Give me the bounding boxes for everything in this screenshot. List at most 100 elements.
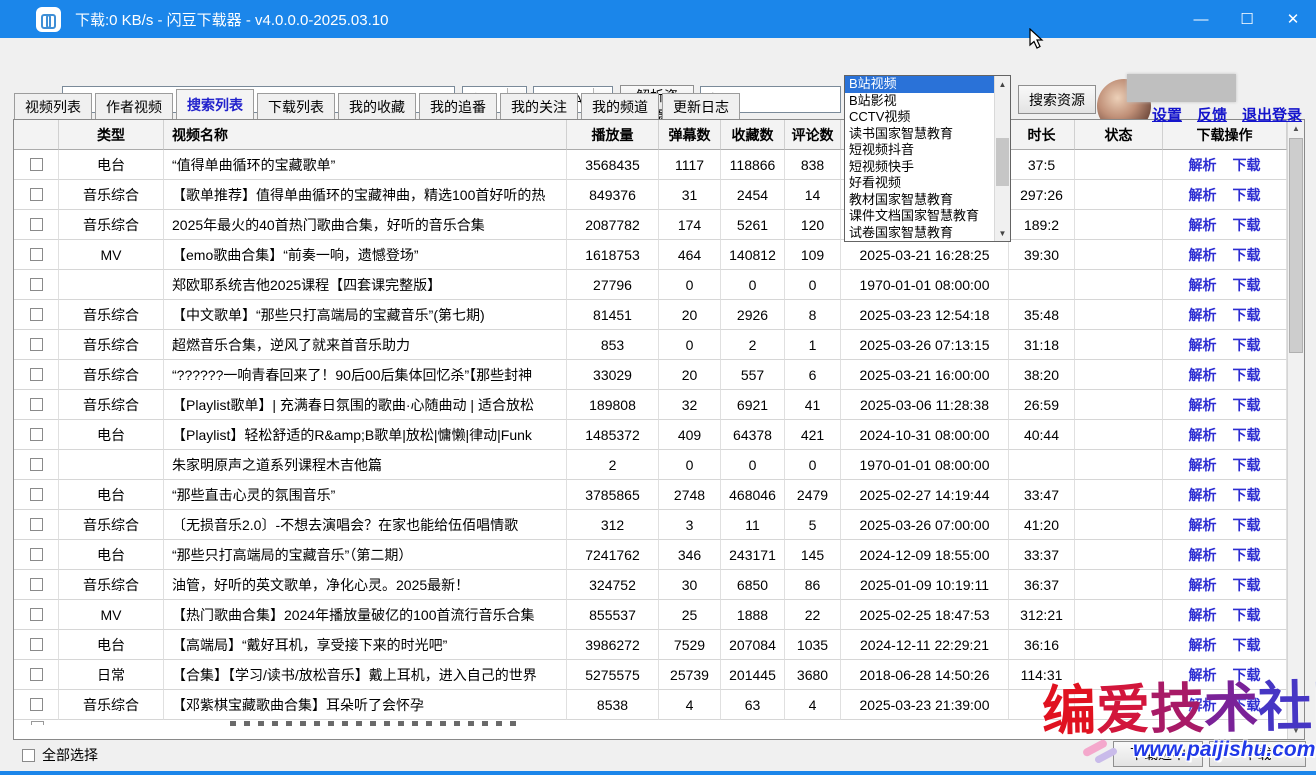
download-link[interactable]: 下载 <box>1233 545 1261 565</box>
download-link[interactable]: 下载 <box>1233 185 1261 205</box>
parse-link[interactable]: 解析 <box>1189 425 1217 445</box>
column-header[interactable]: 收藏数 <box>721 120 785 150</box>
source-option[interactable]: 好看视频 <box>845 175 1010 192</box>
scrollbar-thumb[interactable] <box>996 138 1009 186</box>
row-checkbox[interactable] <box>30 668 43 681</box>
cell-comments: 838 <box>785 150 841 180</box>
row-checkbox[interactable] <box>30 488 43 501</box>
tab-8[interactable]: 我的频道 <box>581 93 659 119</box>
tab-6[interactable]: 我的追番 <box>419 93 497 119</box>
maximize-button[interactable]: ☐ <box>1224 0 1270 38</box>
tab-7[interactable]: 我的关注 <box>500 93 578 119</box>
download-link[interactable]: 下载 <box>1233 425 1261 445</box>
parse-link[interactable]: 解析 <box>1189 545 1217 565</box>
feedback-link[interactable]: 反馈 <box>1197 104 1227 125</box>
tab-3[interactable]: 搜索列表 <box>176 89 254 119</box>
download-link[interactable]: 下载 <box>1233 275 1261 295</box>
row-checkbox[interactable] <box>30 458 43 471</box>
column-header[interactable]: 类型 <box>59 120 164 150</box>
row-checkbox[interactable] <box>30 698 43 711</box>
row-checkbox[interactable] <box>30 278 43 291</box>
row-checkbox[interactable] <box>30 548 43 561</box>
table-scrollbar[interactable]: ▲ ▼ <box>1287 120 1304 739</box>
download-link[interactable]: 下载 <box>1233 335 1261 355</box>
source-option[interactable]: 课件文档国家智慧教育 <box>845 208 1010 225</box>
column-header[interactable]: 状态 <box>1075 120 1163 150</box>
source-option[interactable]: 短视频抖音 <box>845 142 1010 159</box>
cell-status <box>1075 600 1163 630</box>
tab-1[interactable]: 视频列表 <box>14 93 92 119</box>
source-option[interactable]: 教材国家智慧教育 <box>845 192 1010 209</box>
download-link[interactable]: 下载 <box>1233 515 1261 535</box>
parse-link[interactable]: 解析 <box>1189 605 1217 625</box>
parse-link[interactable]: 解析 <box>1189 275 1217 295</box>
download-link[interactable]: 下载 <box>1233 455 1261 475</box>
parse-link[interactable]: 解析 <box>1189 335 1217 355</box>
scrollbar-thumb[interactable] <box>1289 138 1303 353</box>
tab-4[interactable]: 下载列表 <box>257 93 335 119</box>
search-resource-button[interactable]: 搜索资源 <box>1018 85 1096 114</box>
row-checkbox[interactable] <box>30 218 43 231</box>
row-checkbox[interactable] <box>30 608 43 621</box>
row-checkbox[interactable] <box>30 248 43 261</box>
cell-type: 音乐综合 <box>59 360 164 390</box>
row-checkbox[interactable] <box>30 158 43 171</box>
source-option[interactable]: B站视频 <box>845 76 1010 93</box>
download-link[interactable]: 下载 <box>1233 365 1261 385</box>
source-option[interactable]: 读书国家智慧教育 <box>845 126 1010 143</box>
scroll-down-icon[interactable]: ▼ <box>995 225 1010 241</box>
source-option[interactable]: CCTV视频 <box>845 109 1010 126</box>
column-header[interactable]: 视频名称 <box>164 120 567 150</box>
column-header[interactable]: 时长 <box>1009 120 1075 150</box>
row-checkbox[interactable] <box>30 638 43 651</box>
parse-link[interactable]: 解析 <box>1189 455 1217 475</box>
column-header[interactable]: 评论数 <box>785 120 841 150</box>
cell-published: 2025-03-23 21:39:00 <box>841 690 1009 720</box>
parse-link[interactable]: 解析 <box>1189 305 1217 325</box>
parse-link[interactable]: 解析 <box>1189 215 1217 235</box>
tab-9[interactable]: 更新日志 <box>662 93 740 119</box>
settings-link[interactable]: 设置 <box>1152 104 1182 125</box>
close-button[interactable]: ✕ <box>1270 0 1316 38</box>
minimize-button[interactable]: — <box>1178 0 1224 38</box>
parse-link[interactable]: 解析 <box>1189 575 1217 595</box>
parse-link[interactable]: 解析 <box>1189 395 1217 415</box>
download-link[interactable]: 下载 <box>1233 395 1261 415</box>
tab-2[interactable]: 作者视频 <box>95 93 173 119</box>
download-link[interactable]: 下载 <box>1233 635 1261 655</box>
parse-link[interactable]: 解析 <box>1189 635 1217 655</box>
download-link[interactable]: 下载 <box>1233 485 1261 505</box>
parse-link[interactable]: 解析 <box>1189 155 1217 175</box>
source-option[interactable]: B站影视 <box>845 93 1010 110</box>
row-checkbox[interactable] <box>30 188 43 201</box>
tab-5[interactable]: 我的收藏 <box>338 93 416 119</box>
row-checkbox[interactable] <box>30 578 43 591</box>
dropdown-scrollbar[interactable]: ▲ ▼ <box>994 76 1010 241</box>
row-checkbox[interactable] <box>30 428 43 441</box>
row-checkbox[interactable] <box>30 338 43 351</box>
source-option[interactable]: 短视频快手 <box>845 159 1010 176</box>
download-link[interactable]: 下载 <box>1233 605 1261 625</box>
parse-link[interactable]: 解析 <box>1189 245 1217 265</box>
download-link[interactable]: 下载 <box>1233 155 1261 175</box>
download-link[interactable]: 下载 <box>1233 575 1261 595</box>
source-option[interactable]: 试卷国家智慧教育 <box>845 225 1010 242</box>
cell-duration: 297:26 <box>1009 180 1075 210</box>
row-checkbox[interactable] <box>30 518 43 531</box>
select-all-checkbox[interactable] <box>22 749 35 762</box>
column-header[interactable]: 弹幕数 <box>659 120 721 150</box>
row-checkbox[interactable] <box>30 368 43 381</box>
parse-link[interactable]: 解析 <box>1189 515 1217 535</box>
download-link[interactable]: 下载 <box>1233 245 1261 265</box>
parse-link[interactable]: 解析 <box>1189 365 1217 385</box>
row-checkbox[interactable] <box>30 398 43 411</box>
row-checkbox[interactable] <box>30 308 43 321</box>
download-link[interactable]: 下载 <box>1233 215 1261 235</box>
scroll-up-icon[interactable]: ▲ <box>995 76 1010 92</box>
parse-link[interactable]: 解析 <box>1189 485 1217 505</box>
logout-link[interactable]: 退出登录 <box>1242 104 1302 125</box>
cell-published: 1970-01-01 08:00:00 <box>841 450 1009 480</box>
parse-link[interactable]: 解析 <box>1189 185 1217 205</box>
column-header[interactable]: 播放量 <box>567 120 659 150</box>
download-link[interactable]: 下载 <box>1233 305 1261 325</box>
